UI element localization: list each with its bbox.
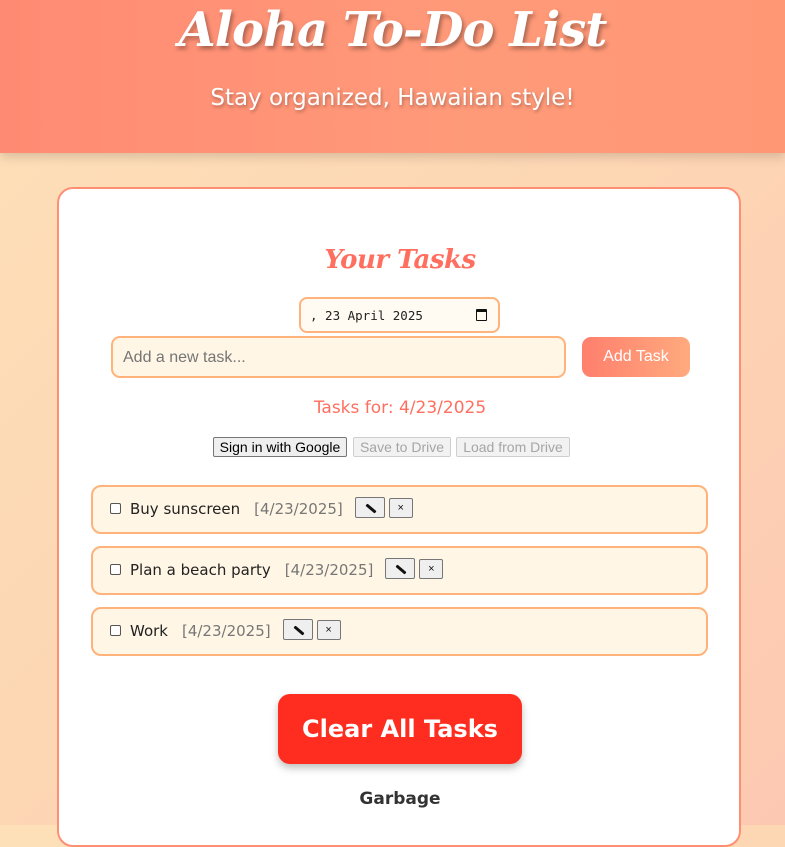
delete-task-button[interactable]: × bbox=[419, 558, 444, 579]
task-text: Work bbox=[130, 622, 168, 640]
edit-task-button[interactable] bbox=[385, 558, 416, 579]
tasks-for-label: Tasks for: 4/23/2025 bbox=[313, 398, 487, 418]
add-task-button[interactable]: Add Task bbox=[582, 337, 690, 377]
calendar-icon[interactable] bbox=[476, 309, 487, 321]
task-date: [4/23/2025] bbox=[254, 500, 343, 518]
task-checkbox[interactable] bbox=[110, 625, 121, 636]
header: Aloha To-Do List Stay organized, Hawaiia… bbox=[0, 0, 785, 153]
task-item: Buy sunscreen [4/23/2025] × bbox=[91, 485, 708, 534]
sign-in-google-button[interactable]: Sign in with Google bbox=[213, 437, 347, 457]
task-text: Buy sunscreen bbox=[130, 500, 241, 518]
load-from-drive-button[interactable]: Load from Drive bbox=[456, 437, 570, 457]
task-date: [4/23/2025] bbox=[284, 561, 374, 579]
task-item: Plan a beach party [4/23/2025] × bbox=[91, 546, 708, 595]
task-input-placeholder: Add a new task... bbox=[123, 349, 246, 366]
task-date: [4/23/2025] bbox=[181, 622, 271, 640]
date-value: , 23 April 2025 bbox=[310, 308, 423, 323]
edit-task-button[interactable] bbox=[282, 619, 313, 640]
task-checkbox[interactable] bbox=[110, 564, 121, 575]
delete-task-button[interactable]: × bbox=[388, 497, 413, 518]
section-title: Your Tasks bbox=[324, 245, 476, 275]
delete-task-button[interactable]: × bbox=[316, 619, 341, 640]
pencil-icon bbox=[395, 564, 407, 575]
pencil-icon bbox=[293, 625, 305, 636]
clear-all-tasks-button[interactable]: Clear All Tasks bbox=[278, 694, 522, 764]
pencil-icon bbox=[365, 503, 377, 514]
edit-task-button[interactable] bbox=[354, 497, 385, 518]
app-subtitle: Stay organized, Hawaiian style! bbox=[210, 85, 575, 111]
task-input[interactable]: Add a new task... bbox=[111, 336, 566, 378]
task-text: Plan a beach party bbox=[130, 561, 271, 579]
task-item: Work [4/23/2025] × bbox=[91, 607, 708, 656]
date-picker[interactable]: , 23 April 2025 bbox=[299, 297, 500, 333]
garbage-label: Garbage bbox=[359, 789, 441, 809]
save-to-drive-button[interactable]: Save to Drive bbox=[353, 437, 451, 457]
app-title: Aloha To-Do List bbox=[178, 2, 608, 58]
task-checkbox[interactable] bbox=[110, 503, 121, 514]
